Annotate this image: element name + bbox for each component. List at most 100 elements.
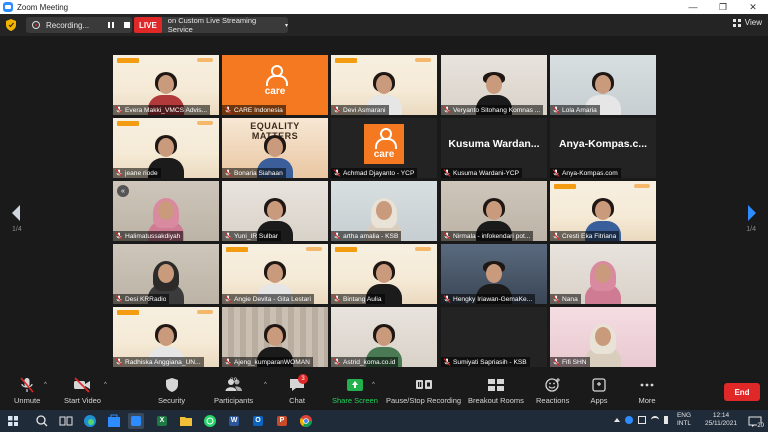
windows-start-icon[interactable] xyxy=(8,416,18,426)
whatsapp-icon[interactable] xyxy=(202,413,218,429)
minimize-button[interactable]: — xyxy=(678,0,708,14)
language-indicator[interactable]: ENG INTL xyxy=(674,412,694,428)
pause-stop-icon xyxy=(415,380,432,389)
microphone-muted-icon xyxy=(552,232,560,240)
store-icon[interactable] xyxy=(106,413,122,429)
previous-page-icon[interactable] xyxy=(10,204,22,222)
participant-tile[interactable]: Sumiyati Sapriasih - KSB xyxy=(441,307,547,367)
zoom-taskbar-icon[interactable] xyxy=(128,413,144,429)
pause-recording-icon[interactable] xyxy=(108,22,114,28)
participant-tile[interactable]: Radhiska Anggiana_UN... xyxy=(113,307,219,367)
end-meeting-button[interactable]: End xyxy=(724,383,760,401)
participant-tile[interactable]: Nana xyxy=(550,244,656,304)
participant-tile[interactable]: jeane riode xyxy=(113,118,219,178)
participant-name-label: artha amalia - KSB xyxy=(331,231,402,241)
microphone-muted-icon xyxy=(224,106,232,114)
participant-tile[interactable]: « Halimatussakdiyah xyxy=(113,181,219,241)
start-video-button[interactable]: Start Video xyxy=(64,377,101,405)
window-title: Zoom Meeting xyxy=(17,2,69,12)
view-button[interactable]: View xyxy=(732,18,762,27)
participant-tile[interactable]: Ajeng_kumparanWOMAN xyxy=(222,307,328,367)
participant-tile[interactable]: Cresti Eka Fitriana xyxy=(550,181,656,241)
search-icon[interactable] xyxy=(34,413,50,429)
microphone-muted-icon xyxy=(115,358,123,366)
cloud-icon[interactable] xyxy=(625,416,633,424)
participant-name: Nana xyxy=(562,295,578,303)
participant-tile[interactable]: Veryanto Sitohang Komnas ... xyxy=(441,55,547,115)
audio-options-caret-icon[interactable]: ^ xyxy=(44,382,47,388)
chevron-up-icon[interactable] xyxy=(614,418,620,422)
participant-tile[interactable]: Astrid_koma.co.id xyxy=(331,307,437,367)
unmute-button[interactable]: Unmute xyxy=(14,377,40,405)
participant-tile[interactable]: Fifi SHN xyxy=(550,307,656,367)
battery-icon[interactable] xyxy=(638,416,646,424)
more-button[interactable]: More xyxy=(638,377,656,405)
share-screen-button[interactable]: Share Screen xyxy=(332,377,378,405)
outlook-icon[interactable]: O xyxy=(250,413,266,429)
participant-name: Yuni_IR Sulbar xyxy=(234,232,278,240)
participant-name: Achmad Djayanto - YCP xyxy=(343,169,415,177)
clock[interactable]: 12:14 25/11/2021 xyxy=(700,412,742,428)
excel-icon[interactable]: X xyxy=(154,413,170,429)
participant-tile[interactable]: Yuni_IR Sulbar xyxy=(222,181,328,241)
participant-tile[interactable]: Hengky Iriawan-GemaKe... xyxy=(441,244,547,304)
participant-name-label: Kusuma Wardani-YCP xyxy=(441,168,523,178)
participant-name-label: Bonaria Siahaan xyxy=(222,168,286,178)
participant-tile[interactable]: artha amalia - KSB xyxy=(331,181,437,241)
participants-caret-icon[interactable]: ^ xyxy=(264,382,267,388)
participant-tile[interactable]: Angie Devita - Gita Lestari xyxy=(222,244,328,304)
reactions-button[interactable]: Reactions xyxy=(536,377,569,405)
live-service-label: on Custom Live Streaming Service xyxy=(167,16,257,34)
shield-icon xyxy=(165,378,178,392)
microphone-muted-icon xyxy=(552,295,560,303)
participant-name-label: Halimatussakdiyah xyxy=(113,231,184,241)
participant-tile[interactable]: Devi Asmarani xyxy=(331,55,437,115)
breakout-rooms-button[interactable]: Breakout Rooms xyxy=(468,377,524,405)
participants-button[interactable]: 89 Participants xyxy=(214,377,253,405)
chat-button[interactable]: 3 Chat xyxy=(288,374,308,405)
collapse-self-view-icon[interactable]: « xyxy=(117,185,129,197)
participant-name: Halimatussakdiyah xyxy=(125,232,181,240)
participant-tile[interactable]: EQUALITY MATTERSBonaria Siahaan xyxy=(222,118,328,178)
participant-tile[interactable]: Lola Amaria xyxy=(550,55,656,115)
pause-stop-recording-button[interactable]: Pause/Stop Recording xyxy=(386,377,461,405)
video-options-caret-icon[interactable]: ^ xyxy=(104,382,107,388)
close-button[interactable]: ✕ xyxy=(738,0,768,14)
chevron-down-icon[interactable]: ▾ xyxy=(285,22,288,29)
participant-tile[interactable]: Anya-Kompas.c... Anya-Kompas.com xyxy=(550,118,656,178)
care-logo-icon: care xyxy=(253,59,297,103)
microphone-muted-icon xyxy=(333,106,341,114)
participant-name-label: Angie Devita - Gita Lestari xyxy=(222,294,314,304)
word-icon[interactable]: W xyxy=(226,413,242,429)
powerpoint-icon[interactable]: P xyxy=(274,413,290,429)
participant-tile[interactable]: Bintang Aulia xyxy=(331,244,437,304)
task-view-icon[interactable] xyxy=(58,413,74,429)
live-stream-indicator[interactable]: LIVE on Custom Live Streaming Service ▾ xyxy=(134,16,288,34)
participant-tile[interactable]: Nirmala - infokendari pot... xyxy=(441,181,547,241)
file-explorer-icon[interactable] xyxy=(178,413,194,429)
edge-browser-icon[interactable] xyxy=(82,413,98,429)
participant-tile[interactable]: care Achmad Djayanto - YCP xyxy=(331,118,437,178)
participant-tile[interactable]: Kusuma Wardan... Kusuma Wardani-YCP xyxy=(441,118,547,178)
wifi-icon[interactable] xyxy=(651,416,659,424)
notifications-icon[interactable]: 20 xyxy=(748,415,764,429)
apps-button[interactable]: Apps xyxy=(590,377,608,405)
participants-label: Participants xyxy=(214,396,254,405)
participant-tile[interactable]: care CARE Indonesia xyxy=(222,55,328,115)
chrome-icon[interactable] xyxy=(298,413,314,429)
microphone-muted-icon xyxy=(333,169,341,177)
share-options-caret-icon[interactable]: ^ xyxy=(372,382,375,388)
participant-tile[interactable]: Desi KRRadio xyxy=(113,244,219,304)
security-button[interactable]: Security xyxy=(158,377,185,405)
shield-icon[interactable] xyxy=(6,19,16,31)
participant-tile[interactable]: Evera Makki_VMCS Advis... xyxy=(113,55,219,115)
participant-display-name: Kusuma Wardan... xyxy=(448,138,540,150)
stop-recording-icon[interactable] xyxy=(124,22,130,28)
next-page-icon[interactable] xyxy=(746,204,758,222)
volume-icon[interactable] xyxy=(664,416,668,424)
participant-name: Anya-Kompas.com xyxy=(562,169,618,177)
microphone-muted-icon xyxy=(443,295,451,303)
more-label: More xyxy=(638,396,656,405)
participant-name: Desi KRRadio xyxy=(125,295,167,303)
maximize-button[interactable]: ❐ xyxy=(708,0,738,14)
